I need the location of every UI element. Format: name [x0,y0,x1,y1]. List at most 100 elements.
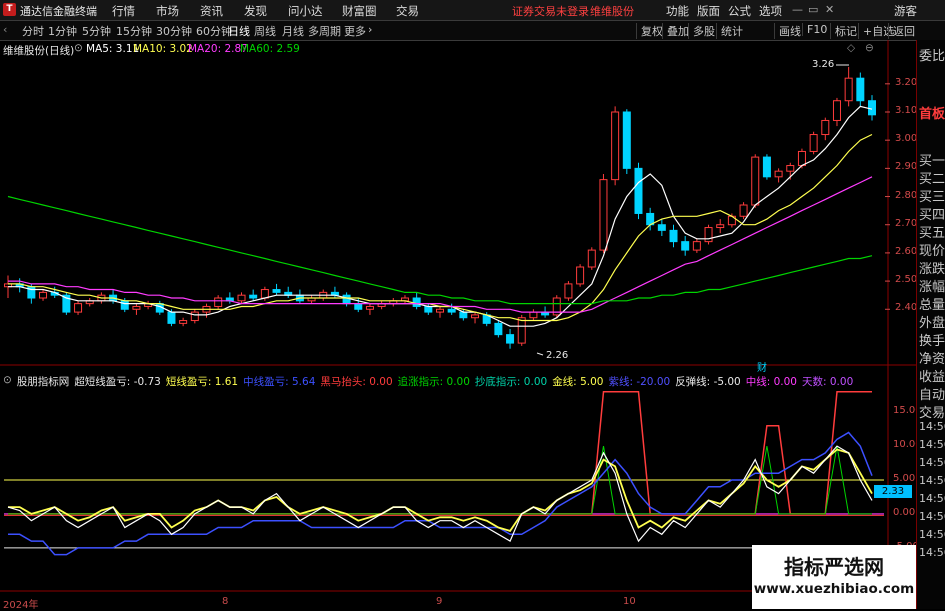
period-5min[interactable]: 5分钟 [82,23,111,39]
minimize-icon[interactable]: — [792,3,803,16]
user-guest[interactable]: 游客 [894,3,917,19]
chart-settings-icon[interactable]: ⊙ [74,42,83,54]
side-panel-item: 涨幅 [919,280,945,295]
indicator-legend-item: 紫线: -20.00 [608,376,671,388]
side-panel-item: 14:56 [919,420,945,433]
btn-mark[interactable]: 标记 [830,23,857,39]
period-multi[interactable]: 多周期 [308,23,341,39]
candle-body [179,320,188,324]
kline-chart[interactable] [0,40,916,609]
indicator-settings-icon[interactable]: ⊙ [3,374,12,389]
btn-overlay[interactable]: 叠加 [662,23,689,39]
low-mark-arrow [536,352,544,356]
indicator-legend-item: 反弹线: -5.00 [675,376,741,388]
menu-trade[interactable]: 交易 [396,3,419,19]
menu-quotes[interactable]: 行情 [112,3,135,19]
login-warning[interactable]: 证券交易未登录 [512,3,589,19]
candle-body [237,294,246,302]
candle-body [506,334,515,344]
side-panel-item: 交易 [919,406,945,421]
side-panel-item: 净资 [919,352,945,367]
menu-market[interactable]: 市场 [156,3,179,19]
candle-body [576,266,585,285]
period-15min[interactable]: 15分钟 [116,23,152,39]
menu-news[interactable]: 资讯 [200,3,223,19]
side-panel-item: 14:56 [919,456,945,469]
btn-stats[interactable]: 统计 [716,23,743,39]
candle-body [739,204,748,217]
period-30min[interactable]: 30分钟 [156,23,192,39]
candle-body [120,300,129,310]
watermark-url: www.xuezhibiao.com [753,581,915,597]
btn-f10[interactable]: F10 [802,23,827,36]
period-more[interactable]: 更多 [344,23,366,39]
period-daily[interactable]: 日线 [228,23,250,39]
period-intraday[interactable]: 分时 [22,23,44,39]
zoom-out-icon[interactable]: ⊖ [865,42,874,54]
indicator-axis-label: 0.00 [893,506,916,518]
back-icon[interactable]: ‹ [3,23,7,36]
candle-body [424,305,433,313]
side-panel-item: 涨跌 [919,262,945,277]
side-panel-item: 14:56 [919,474,945,487]
indicator-legend-item: 抄底指示: 0.00 [474,376,548,388]
candle-body [751,156,760,206]
indicator-legend-item: 追涨指示: 0.00 [397,376,470,388]
candle-body [39,291,48,299]
menu-function[interactable]: 功能 [666,3,689,19]
candle-body [564,283,573,299]
x-label-aug: 8 [222,596,229,607]
candle-body [599,179,608,251]
side-panel-item: 首板 [919,107,945,122]
period-60min[interactable]: 60分钟 [196,23,232,39]
finance-tag[interactable]: 财 [757,359,767,374]
period-1min[interactable]: 1分钟 [48,23,77,39]
price-axis-label: 2.60 [895,245,918,257]
menu-ask[interactable]: 问小达 [288,3,323,19]
indicator-legend-item: 金线: 5.00 [552,376,604,388]
menu-options[interactable]: 选项 [759,3,782,19]
x-label-sep: 9 [436,596,443,607]
restore-icon[interactable]: ▭ [808,3,818,16]
menu-wealth[interactable]: 财富圈 [342,3,377,19]
candle-body [856,77,865,102]
menu-formula[interactable]: 公式 [728,3,751,19]
side-panel-item: 自动 [919,388,945,403]
menu-discover[interactable]: 发现 [244,3,267,19]
diamond-icon[interactable]: ◇ [847,42,855,54]
candle-body [260,289,269,299]
high-price-mark: 3.26 [812,59,835,70]
candle-body [657,224,666,231]
btn-adjust[interactable]: 复权 [636,23,663,39]
candle-body [762,156,771,178]
candle-body [692,241,701,251]
candle-body [471,314,480,319]
candle-body [587,249,596,268]
btn-multi-stock[interactable]: 多股 [688,23,715,39]
more-chevron-icon[interactable]: › [368,23,372,36]
menu-layout[interactable]: 版面 [697,3,720,19]
btn-return[interactable]: 返回 [888,23,915,39]
short-profit-line [8,448,873,532]
close-icon[interactable]: ✕ [825,3,834,16]
heima-line [8,391,872,515]
x-label-oct: 10 [623,596,636,607]
btn-draw[interactable]: 画线 [774,23,801,39]
candle-body [821,119,830,136]
side-panel-item: 买三 [919,190,945,205]
indicator-legend-item: 黑马抬头: 0.00 [320,376,393,388]
title-bar [0,0,945,21]
candle-body [365,305,374,310]
candle-body [412,297,421,307]
period-weekly[interactable]: 周线 [254,23,276,39]
candle-body [342,294,351,305]
indicator-name[interactable]: 股朋指标网 [17,374,70,389]
price-axis-label: 3.20 [895,76,918,88]
indicator-legend: ⊙ 股朋指标网 超短线盈亏: -0.73 短线盈亏: 1.61 中线盈亏: 5.64… [3,374,853,389]
candle-body [132,305,141,310]
period-monthly[interactable]: 月线 [282,23,304,39]
ma20-value: MA20: 2.87 [188,43,248,55]
ma10-value: MA10: 3.02 [133,43,193,55]
candle-body [249,294,258,299]
indicator-legend-item: 中线盈亏: 5.64 [243,376,316,388]
